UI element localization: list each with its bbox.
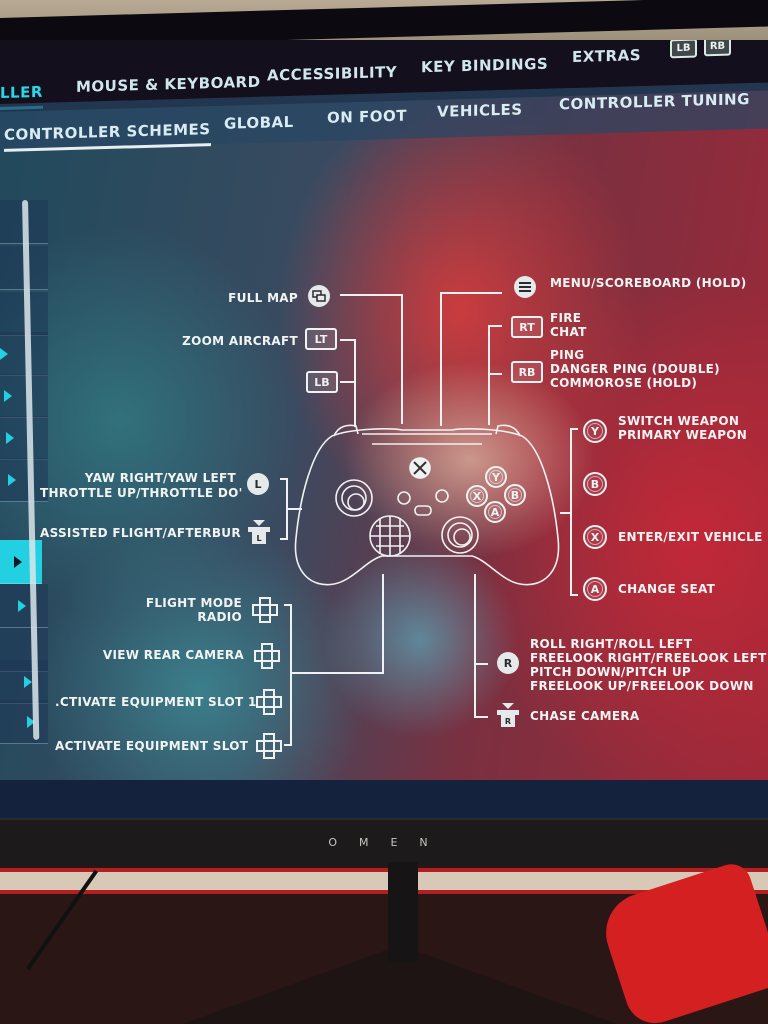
equipment-slot-2-label: ACTIVATE EQUIPMENT SLOT [55,739,249,753]
view-button-icon [308,285,330,307]
left-stick-click-letter: L [252,532,266,544]
controller-share-button [414,505,432,516]
connector-line [340,381,354,383]
y-button-icon: Y [583,419,607,443]
left-stick-line-2: THROTTLE UP/THROTTLE DO' [40,486,243,500]
dpad-up-line-2: RADIO [197,610,242,624]
scheme-list-item[interactable] [0,584,48,628]
expand-arrow-icon [24,676,32,688]
connector-line [488,373,502,375]
dpad-up-icon [252,597,278,623]
rb-line-1: PING [550,348,585,362]
subtab-vehicles[interactable]: VEHICLES [437,100,523,120]
dpad-left-icon [256,689,282,715]
monitor-brand-logo: OMEN [328,836,450,849]
right-stick-line-4: FREELOOK UP/FREELOOK DOWN [530,679,754,693]
left-stick-click-icon: L [248,520,270,544]
right-stick-click-icon: R [497,703,519,727]
scheme-list-item[interactable] [0,416,48,460]
a-button-icon: A [583,577,607,601]
x-button-icon: X [583,525,607,549]
dpad-right-icon [256,733,282,759]
connector-line [570,594,578,596]
view-rear-camera-label: VIEW REAR CAMERA [102,648,244,662]
chase-camera-label: CHASE CAMERA [530,709,640,723]
menu-button-icon [514,276,536,298]
connector-line [284,604,292,606]
rt-line-2: CHAT [550,325,587,339]
controller-a-button: A [484,501,506,523]
full-map-label: FULL MAP [228,291,298,305]
tab-mouse-keyboard[interactable]: MOUSE & KEYBOARD [76,73,261,96]
right-stick-line-3: PITCH DOWN/PITCH UP [530,665,692,679]
controller-diagram: Y B X A [292,388,562,586]
change-seat-label: CHANGE SEAT [618,582,716,596]
scheme-list-item[interactable] [0,700,48,744]
subtab-global[interactable]: GLOBAL [224,113,294,133]
tab-extras[interactable]: EXTRAS [572,46,641,66]
expand-arrow-icon [6,432,14,444]
scheme-list-item[interactable] [0,660,48,704]
dpad-up-line-1: FLIGHT MODE [145,596,242,610]
rb-bumper-hint[interactable]: RB [704,40,731,57]
tab-controller[interactable]: LLER [0,82,43,110]
dpad-down-icon [254,643,280,669]
scheme-list-item[interactable] [0,374,48,418]
enter-exit-vehicle-label: ENTER/EXIT VEHICLE [618,530,763,544]
expand-arrow-icon [0,348,8,360]
expand-arrow-icon [18,600,26,612]
equipment-slot-1-label: .CTIVATE EQUIPMENT SLOT 1 [55,695,257,709]
zoom-aircraft-label: ZOOM AIRCRAFT [182,334,298,348]
controller-y-button: Y [485,466,507,488]
rt-trigger-icon: RT [511,316,543,338]
connector-line [488,325,502,327]
y-line-2: PRIMARY WEAPON [618,428,748,442]
connector-line [570,428,578,430]
controller-view-button [397,491,411,505]
rb-line-3: COMMOROSE (HOLD) [550,376,698,390]
connector-line [440,292,502,294]
connector-line [382,574,384,674]
left-stick-icon: L [247,473,269,495]
expand-arrow-icon [4,390,12,402]
y-line-1: SWITCH WEAPON [618,414,740,428]
connector-line [280,478,288,480]
controller-b-button: B [504,484,526,506]
tab-accessibility[interactable]: ACCESSIBILITY [267,63,397,85]
controller-menu-button [435,489,449,503]
left-stick-line-1: YAW RIGHT/YAW LEFT [84,471,236,485]
subtab-on-foot[interactable]: ON FOOT [327,107,407,127]
subtab-controller-tuning[interactable]: CONTROLLER TUNING [559,90,750,113]
rb-bumper-icon: RB [511,361,543,383]
monitor-stand [388,862,418,962]
connector-line [290,672,384,674]
right-stick-line-1: ROLL RIGHT/ROLL LEFT [530,637,693,651]
right-stick-line-2: FREELOOK RIGHT/FREELOOK LEFT [530,651,767,665]
lt-trigger-icon: LT [305,328,337,350]
active-subtab-underline [4,143,211,152]
subtab-controller-schemes-label: CONTROLLER SCHEMES [4,120,211,144]
expand-arrow-icon [14,556,22,568]
connector-line [340,294,402,296]
connector-line [474,574,476,718]
lb-bumper-hint[interactable]: LB [670,40,697,59]
menu-scoreboard-label: MENU/SCOREBOARD (HOLD) [550,276,747,290]
connector-line [474,716,488,718]
connector-line [280,538,288,540]
controller-x-button: X [466,485,488,507]
rb-line-2: DANGER PING (DOUBLE) [550,362,720,376]
subtab-controller-schemes[interactable]: CONTROLLER SCHEMES [4,120,211,152]
tab-controller-label: LLER [0,82,43,102]
left-stick-click-label: ASSISTED FLIGHT/AFTERBUR [40,526,241,540]
expand-arrow-icon [8,474,16,486]
rt-line-1: FIRE [550,311,582,325]
connector-line [474,663,488,665]
dpad-bracket [290,604,292,746]
right-stick-click-letter: R [501,715,515,727]
connector-line [284,744,292,746]
tab-key-bindings[interactable]: KEY BINDINGS [421,55,548,77]
connector-line [340,339,354,341]
b-button-icon: B [583,472,607,496]
right-stick-icon: R [497,652,519,674]
